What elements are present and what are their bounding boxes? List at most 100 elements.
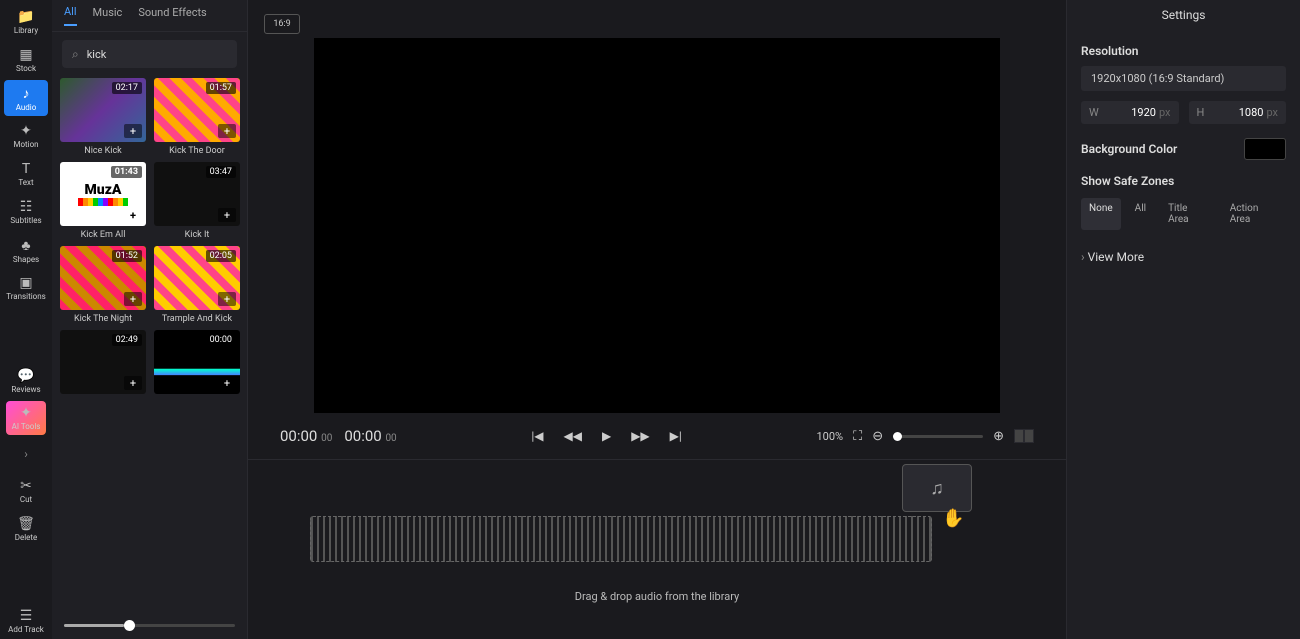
- clip-duration: 01:52: [112, 250, 142, 262]
- rewind-button[interactable]: ◀◀: [564, 429, 582, 443]
- safezone-action[interactable]: Action Area: [1222, 198, 1286, 230]
- clip-duration: 02:17: [112, 82, 142, 94]
- left-nav: 📁Library ▦Stock ♪Audio ✦Motion TText ☷Su…: [0, 0, 52, 639]
- zoom-in-icon[interactable]: ⊕: [993, 429, 1004, 444]
- add-clip-button[interactable]: +: [218, 376, 236, 390]
- clip-title: Kick The Night: [74, 314, 132, 324]
- clip-item[interactable]: MuzA01:43+Kick Em All: [60, 162, 146, 240]
- clip-duration: 01:57: [206, 82, 236, 94]
- bg-color-swatch[interactable]: [1244, 138, 1286, 160]
- nav-ai-tools[interactable]: ✦AI Tools: [6, 401, 46, 435]
- center-panel: 16:9 00:00 00 00:00 00 |◀ ◀◀ ▶ ▶▶ ▶| 100…: [248, 0, 1066, 639]
- zoom-out-icon[interactable]: ⊖: [872, 429, 883, 444]
- play-button[interactable]: ▶: [602, 429, 611, 443]
- nav-library[interactable]: 📁Library: [4, 4, 48, 40]
- timeline[interactable]: ♫ ✋ Drag & drop audio from the library: [248, 459, 1066, 639]
- clip-item[interactable]: 03:47 + Kick It: [154, 162, 240, 240]
- playback-controls: 00:00 00 00:00 00 |◀ ◀◀ ▶ ▶▶ ▶| 100% ⛶ ⊖…: [264, 413, 1050, 459]
- library-tabs: All Music Sound Effects: [52, 0, 247, 32]
- search-icon: ⌕: [72, 47, 79, 62]
- thumbnail-size-slider[interactable]: [52, 612, 247, 639]
- fast-forward-button[interactable]: ▶▶: [631, 429, 649, 443]
- sparkle-icon: ✦: [20, 123, 32, 139]
- shapes-icon: ♣: [21, 237, 30, 254]
- music-icon: ♪: [23, 85, 30, 102]
- scissors-icon: ✂: [20, 478, 32, 494]
- clip-item[interactable]: 02:05 + Trample And Kick: [154, 246, 240, 324]
- add-clip-button[interactable]: +: [124, 208, 142, 222]
- clip-title: Kick It: [185, 230, 210, 240]
- clip-title: Trample And Kick: [162, 314, 232, 324]
- clip-title: Nice Kick: [84, 146, 121, 156]
- add-clip-button[interactable]: +: [218, 124, 236, 138]
- add-clip-button[interactable]: +: [218, 208, 236, 222]
- nav-shapes[interactable]: ♣Shapes: [4, 232, 48, 268]
- trash-icon: 🗑: [17, 516, 35, 532]
- clip-item[interactable]: 02:17 +Nice Kick: [60, 78, 146, 156]
- resolution-label: Resolution: [1081, 44, 1286, 58]
- nav-audio[interactable]: ♪Audio: [4, 80, 48, 116]
- nav-text[interactable]: TText: [4, 156, 48, 192]
- clip-item[interactable]: 01:57 + Kick The Door: [154, 78, 240, 156]
- tab-music[interactable]: Music: [93, 6, 123, 25]
- settings-panel: Settings Resolution 1920x1080 (16:9 Stan…: [1066, 0, 1300, 639]
- clip-duration: 02:49: [112, 334, 142, 346]
- tab-all[interactable]: All: [64, 5, 77, 26]
- action-delete[interactable]: 🗑Delete: [4, 511, 48, 547]
- tab-sound-effects[interactable]: Sound Effects: [138, 6, 206, 25]
- video-canvas[interactable]: [314, 38, 1000, 413]
- action-add-track[interactable]: ☰Add Track: [4, 603, 48, 639]
- width-input[interactable]: W1920px: [1081, 101, 1179, 124]
- nav-transitions[interactable]: ▣Transitions: [4, 270, 48, 306]
- music-note-icon: ♫: [930, 478, 944, 499]
- safezone-title[interactable]: Title Area: [1160, 198, 1216, 230]
- height-input[interactable]: H1080px: [1189, 101, 1287, 124]
- preview-area: 16:9 00:00 00 00:00 00 |◀ ◀◀ ▶ ▶▶ ▶| 100…: [248, 0, 1066, 459]
- split-view-button[interactable]: [1014, 429, 1034, 443]
- clip-item[interactable]: 01:52 + Kick The Night: [60, 246, 146, 324]
- view-more[interactable]: View More: [1081, 250, 1286, 264]
- plus-layers-icon: ☰: [20, 608, 33, 624]
- drop-hint: Drag & drop audio from the library: [575, 590, 739, 603]
- chat-icon: 💬: [17, 368, 34, 384]
- nav-stock[interactable]: ▦Stock: [4, 42, 48, 78]
- clip-duration: 03:47: [206, 166, 236, 178]
- folder-icon: 📁: [17, 9, 34, 25]
- clip-item[interactable]: 02:49 +: [60, 330, 146, 398]
- skip-end-button[interactable]: ▶|: [670, 429, 682, 443]
- skip-start-button[interactable]: |◀: [531, 429, 543, 443]
- clip-duration: 01:43: [111, 166, 142, 178]
- clip-grid: 02:17+Nice Kick01:57+Kick The DoorMuzA01…: [52, 78, 247, 612]
- nav-subtitles[interactable]: ☷Subtitles: [4, 194, 48, 230]
- settings-title: Settings: [1081, 0, 1286, 30]
- zoom-slider[interactable]: [893, 435, 983, 438]
- fullscreen-icon[interactable]: ⛶: [853, 429, 862, 444]
- add-clip-button[interactable]: +: [218, 292, 236, 306]
- sparkle-icon: ✦: [20, 405, 32, 421]
- add-clip-button[interactable]: +: [124, 124, 142, 138]
- audio-drop-zone[interactable]: [310, 516, 932, 562]
- clip-duration: 02:05: [206, 250, 236, 262]
- transitions-icon: ▣: [19, 275, 32, 291]
- aspect-ratio-selector[interactable]: 16:9: [264, 14, 300, 34]
- clip-title: Kick Em All: [81, 230, 126, 240]
- add-clip-button[interactable]: +: [124, 376, 142, 390]
- total-time: 00:00 00: [344, 427, 396, 445]
- clip-item[interactable]: 00:00 +: [154, 330, 240, 398]
- bg-color-label: Background Color: [1081, 142, 1177, 156]
- zoom-percent: 100%: [816, 430, 843, 443]
- clip-duration: 00:00: [206, 334, 236, 346]
- nav-motion[interactable]: ✦Motion: [4, 118, 48, 154]
- resolution-select[interactable]: 1920x1080 (16:9 Standard): [1081, 66, 1286, 91]
- safezone-none[interactable]: None: [1081, 198, 1121, 230]
- action-cut[interactable]: ✂Cut: [4, 473, 48, 509]
- collapse-panel[interactable]: ›: [24, 437, 28, 471]
- grid-icon: ▦: [19, 47, 32, 63]
- safezone-all[interactable]: All: [1127, 198, 1154, 230]
- clip-title: Kick The Door: [169, 146, 225, 156]
- search-box[interactable]: ⌕: [62, 40, 237, 68]
- dragging-clip[interactable]: ♫: [902, 464, 972, 512]
- add-clip-button[interactable]: +: [124, 292, 142, 306]
- search-input[interactable]: [87, 48, 227, 61]
- nav-reviews[interactable]: 💬Reviews: [4, 363, 48, 399]
